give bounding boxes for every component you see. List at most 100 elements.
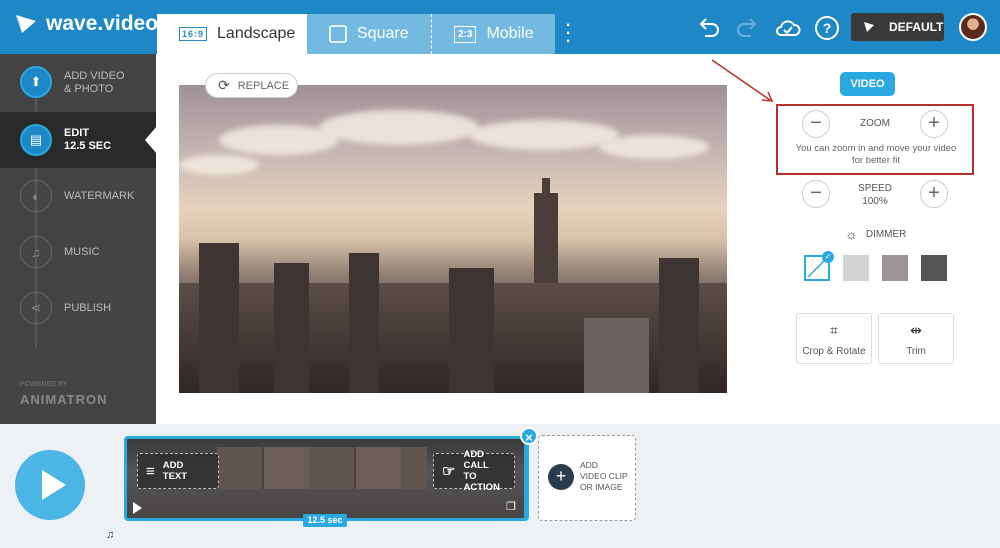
selected-check-icon: ✓ bbox=[822, 251, 834, 263]
replace-button[interactable]: ⟳ REPLACE bbox=[205, 73, 298, 98]
tab-landscape[interactable]: 16:9 Landscape bbox=[157, 14, 307, 54]
dimmer-dark-swatch[interactable] bbox=[921, 255, 947, 281]
replace-label: REPLACE bbox=[237, 79, 290, 92]
trim-label: Trim bbox=[906, 346, 926, 357]
add-text-label: TEXT bbox=[162, 471, 188, 482]
refresh-icon: ⟳ bbox=[218, 77, 230, 93]
video-preview[interactable] bbox=[179, 85, 727, 393]
tab-square[interactable]: Square bbox=[307, 14, 431, 54]
tab-label: Square bbox=[357, 25, 409, 42]
brand-preset-button[interactable]: DEFAULT bbox=[851, 13, 944, 41]
sidebar-item-label: MUSIC bbox=[64, 246, 100, 258]
cloud bbox=[469, 120, 619, 150]
mobile-ratio-icon: 2:3 bbox=[454, 25, 477, 43]
zoom-hint-line: You can zoom in and move your video bbox=[795, 143, 957, 154]
sidebar-item-add-video[interactable]: ⬆ ADD VIDEO & PHOTO bbox=[0, 54, 156, 110]
sidebar-item-label: ADD VIDEO bbox=[64, 70, 125, 82]
speed-down-button[interactable]: − bbox=[802, 180, 830, 208]
user-avatar[interactable] bbox=[959, 13, 987, 41]
crop-rotate-label: Crop & Rotate bbox=[802, 346, 866, 357]
cloud bbox=[179, 155, 259, 175]
clip-play-icon[interactable] bbox=[133, 502, 142, 514]
sidebar-item-label: PUBLISH bbox=[64, 302, 112, 314]
svg-text:?: ? bbox=[823, 20, 832, 36]
clip-trim-handle[interactable] bbox=[524, 439, 526, 518]
add-clip-label: VIDEO CLIP bbox=[580, 471, 628, 481]
app-name: wave.video bbox=[46, 12, 159, 35]
sidebar-item-watermark[interactable]: ◐ WATERMARK bbox=[0, 168, 156, 224]
animatron-logo: ANIMATRON bbox=[20, 392, 108, 407]
speed-up-button[interactable]: + bbox=[920, 180, 948, 208]
tab-mobile[interactable]: 2:3 Mobile bbox=[431, 14, 555, 54]
sidebar-item-edit[interactable]: ▤ EDIT 12.5 sec bbox=[0, 112, 157, 168]
add-clip-label: OR IMAGE bbox=[580, 482, 623, 492]
building bbox=[584, 318, 649, 393]
upload-icon: ⬆ bbox=[20, 66, 52, 98]
dimmer-medium-swatch[interactable] bbox=[882, 255, 908, 281]
annotation-arrow bbox=[711, 59, 774, 102]
speed-value: 100% bbox=[862, 196, 888, 207]
building bbox=[449, 268, 494, 393]
add-clip-label: ADD bbox=[580, 460, 598, 470]
landscape-ratio-icon: 16:9 bbox=[179, 27, 208, 41]
redo-icon[interactable] bbox=[733, 13, 763, 43]
speed-label: SPEED bbox=[858, 183, 892, 194]
app-logo[interactable]: wave.video bbox=[14, 12, 158, 36]
add-text-icon: ≡ bbox=[146, 462, 155, 480]
square-ratio-icon bbox=[329, 25, 347, 43]
clip-thumbnails bbox=[217, 447, 427, 489]
clapperboard-icon: ▤ bbox=[20, 124, 52, 156]
building bbox=[199, 243, 239, 393]
dimmer-heading: ☼ DIMMER bbox=[845, 226, 906, 242]
trim-button[interactable]: ⇹ Trim bbox=[878, 313, 954, 364]
dimmer-none-swatch[interactable]: ✓ bbox=[804, 251, 834, 281]
sidebar-item-publish[interactable]: ⋖ PUBLISH bbox=[0, 280, 156, 336]
cursor-click-icon: ☞ bbox=[442, 462, 456, 480]
play-button[interactable] bbox=[15, 450, 85, 520]
add-text-button[interactable]: ≡ ADD TEXT bbox=[137, 453, 219, 489]
more-options-icon[interactable]: · · · bbox=[561, 13, 575, 51]
sidebar-item-music[interactable]: ♫ MUSIC bbox=[0, 224, 156, 280]
music-note-icon[interactable]: ♫ bbox=[106, 529, 114, 541]
speed-control: SPEED 100% bbox=[845, 182, 905, 208]
undo-icon[interactable] bbox=[693, 13, 723, 43]
add-text-label: ADD bbox=[162, 460, 184, 471]
powered-by-text: POWERED BY bbox=[20, 381, 68, 388]
wave-logo-icon bbox=[16, 15, 36, 33]
sidebar-item-label: EDIT bbox=[64, 127, 90, 139]
steps-sidebar: ⬆ ADD VIDEO & PHOTO ▤ EDIT 12.5 sec ◐ WA… bbox=[0, 54, 157, 424]
top-bar: wave.video 16:9 Landscape Square 2:3 Mob… bbox=[0, 0, 1000, 54]
sidebar-item-sublabel: 12.5 sec bbox=[64, 140, 112, 152]
add-video-clip-button[interactable]: + ADD VIDEO CLIP OR IMAGE bbox=[538, 435, 636, 521]
remove-clip-icon[interactable]: × bbox=[520, 427, 538, 445]
crop-rotate-button[interactable]: ⌗ Crop & Rotate bbox=[796, 313, 872, 364]
video-clip[interactable]: ≡ ADD TEXT ☞ ADD CALL TO ACTION ❐ bbox=[124, 436, 529, 521]
add-call-to-action-button[interactable]: ☞ ADD CALL TO ACTION bbox=[433, 449, 515, 493]
add-cta-label: ADD CALL bbox=[463, 449, 489, 471]
cloud bbox=[599, 135, 709, 159]
share-icon: ⋖ bbox=[20, 292, 52, 324]
help-icon[interactable]: ? bbox=[812, 13, 842, 43]
zoom-hint-line: for better fit bbox=[851, 155, 901, 166]
zoom-in-button[interactable]: + bbox=[920, 110, 948, 138]
zoom-label: ZOOM bbox=[860, 118, 890, 129]
duplicate-icon[interactable]: ❐ bbox=[506, 500, 518, 513]
add-cta-label: TO ACTION bbox=[463, 471, 500, 493]
dimmer-light-swatch[interactable] bbox=[843, 255, 869, 281]
sidebar-item-label: WATERMARK bbox=[64, 190, 135, 202]
cloud-saved-icon[interactable] bbox=[773, 13, 803, 43]
clip-duration-badge: 12.5 sec bbox=[303, 514, 347, 527]
brand-preset-label: DEFAULT bbox=[889, 20, 944, 34]
crop-icon: ⌗ bbox=[830, 322, 838, 338]
music-note-icon: ♫ bbox=[20, 236, 52, 268]
plus-icon: + bbox=[548, 464, 574, 490]
video-settings-tab[interactable]: VIDEO bbox=[840, 72, 895, 96]
trim-icon: ⇹ bbox=[910, 322, 922, 338]
tab-label: Mobile bbox=[486, 25, 534, 42]
zoom-out-button[interactable]: − bbox=[802, 110, 830, 138]
building bbox=[349, 253, 379, 393]
building bbox=[659, 258, 699, 393]
dimmer-label: DIMMER bbox=[865, 228, 907, 240]
zoom-hint: You can zoom in and move your video for … bbox=[786, 143, 966, 167]
tab-label: Landscape bbox=[217, 25, 296, 42]
